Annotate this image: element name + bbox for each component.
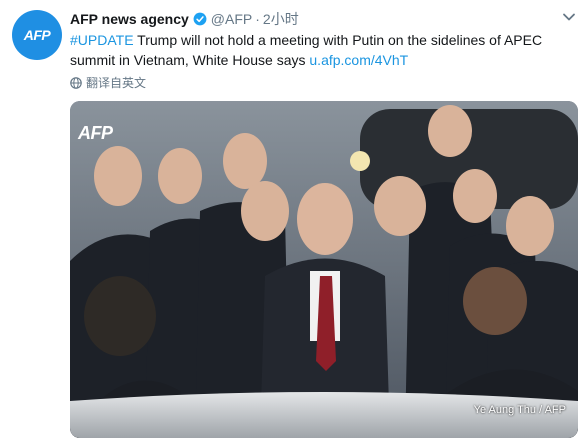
translate-label: 翻译自英文	[86, 76, 147, 90]
photo-credit: Ye Aung Thu / AFP	[473, 404, 566, 416]
tweet-body: Trump will not hold a meeting with Putin…	[70, 32, 543, 68]
tweet-photo[interactable]: AFP Ye Aung Thu / AFP	[70, 101, 578, 438]
afp-watermark-logo: AFP	[78, 123, 113, 143]
chevron-down-icon[interactable]	[562, 10, 576, 24]
tweet-text: #UPDATE Trump will not hold a meeting wi…	[70, 30, 576, 70]
verified-badge-icon	[193, 12, 207, 26]
timestamp[interactable]: 2小时	[263, 9, 299, 29]
separator-dot: ·	[255, 11, 260, 27]
url-link[interactable]: u.afp.com/4VhT	[309, 52, 408, 68]
display-name[interactable]: AFP news agency	[70, 11, 189, 27]
photo-scene	[70, 101, 578, 438]
handle[interactable]: @AFP	[211, 11, 252, 27]
translate-button[interactable]: 翻译自英文	[70, 74, 146, 91]
hashtag-link[interactable]: #UPDATE	[70, 32, 134, 48]
tweet-header: AFP news agency @AFP · 2小时	[70, 10, 299, 28]
avatar-logo: AFP	[23, 27, 51, 43]
avatar[interactable]: AFP	[12, 10, 62, 60]
globe-icon	[70, 76, 82, 89]
